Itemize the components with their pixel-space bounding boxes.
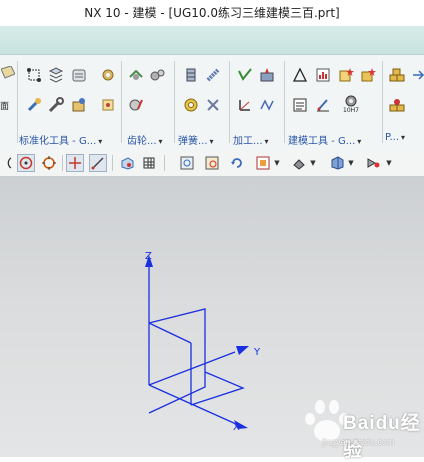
group-label-text: 加工... <box>233 136 263 147</box>
chevron-down-icon[interactable]: ▼ <box>346 154 356 172</box>
group-label-gears[interactable]: 齿轮... ▾ <box>127 132 163 147</box>
rotate-icon[interactable] <box>228 154 246 172</box>
chevron-down-icon[interactable]: ▼ <box>272 154 282 172</box>
group-label-text: 建模工具 - G... <box>288 136 356 147</box>
crosshair-icon[interactable] <box>66 154 84 172</box>
fit-view-icon[interactable] <box>178 154 196 172</box>
y-arrow-head <box>236 346 249 355</box>
chevron-down-icon[interactable]: ▾ <box>357 137 361 146</box>
ribbon-tab-strip <box>0 26 424 55</box>
x-axis-label: X <box>233 422 240 433</box>
window-title: NX 10 - 建模 - [UG10.0练习三维建模三百.prt] <box>0 0 424 26</box>
group-separator <box>121 61 122 143</box>
selection-toolbar: ▼ ▼ ▼ ▼ <box>0 150 424 177</box>
hole-icon[interactable]: 10H7 <box>340 93 362 117</box>
group-separator <box>174 61 175 143</box>
chevron-down-icon[interactable]: ▼ <box>384 154 394 172</box>
group-separator <box>229 61 230 143</box>
chevron-down-icon[interactable]: ▾ <box>98 137 102 146</box>
machining-icon[interactable] <box>237 67 253 83</box>
plane-edge-line <box>148 322 192 344</box>
chevron-down-icon[interactable]: ▾ <box>265 137 269 146</box>
group-label-springs[interactable]: 弹簧... ▾ <box>178 132 214 147</box>
triangle-icon[interactable] <box>292 67 308 83</box>
group-label-standard-tools[interactable]: 标准化工具 - G... ▾ <box>19 132 102 147</box>
group-label-p[interactable]: P... ▾ <box>385 132 405 146</box>
document-icon[interactable] <box>292 97 308 113</box>
arc-icon[interactable] <box>0 154 18 172</box>
disc-spring-icon[interactable] <box>183 97 199 113</box>
ribbon: 面 标准化工具 - G... ▾ 齿轮... ▾ 弹簧... ▾ 加工... ▾… <box>0 55 424 151</box>
toolbar-separator <box>62 155 63 171</box>
stack-gear-icon[interactable] <box>389 97 405 113</box>
group-label-text: P... <box>385 132 400 143</box>
view-cube-icon[interactable] <box>118 154 136 172</box>
tools-icon[interactable] <box>26 97 42 113</box>
database-icon[interactable] <box>71 67 87 83</box>
snap-point-icon[interactable] <box>40 154 58 172</box>
watermark-url: jingyan.baidu.com <box>322 437 395 447</box>
sketch-star-icon[interactable] <box>338 67 354 83</box>
stack-icon[interactable] <box>389 67 405 83</box>
toolbar-separator <box>164 155 165 171</box>
group-label-text: 弹簧... <box>178 136 208 147</box>
zoom-icon[interactable] <box>203 154 221 172</box>
measure-icon[interactable] <box>315 97 331 113</box>
y-axis-line <box>148 351 236 386</box>
machining-path-icon[interactable] <box>259 97 275 113</box>
box-tool-icon[interactable] <box>71 97 87 113</box>
hole-tool-label: 10H7 <box>343 107 359 114</box>
shade-icon[interactable] <box>328 154 346 172</box>
group-separator <box>382 61 383 143</box>
group-separator <box>17 61 18 143</box>
spring-coil-icon[interactable] <box>205 67 221 83</box>
chevron-down-icon[interactable]: ▾ <box>210 137 214 146</box>
machining-axis-icon[interactable] <box>237 97 253 113</box>
chevron-down-icon[interactable]: ▾ <box>401 133 405 142</box>
group-label-modeling-tools[interactable]: 建模工具 - G... ▾ <box>288 132 361 147</box>
gear-edit-icon[interactable] <box>128 97 144 113</box>
chart-icon[interactable] <box>315 67 331 83</box>
watermark-brand: Baidu经验 <box>343 413 421 461</box>
display-icon[interactable] <box>254 154 272 172</box>
xy-plane-outline <box>190 371 245 406</box>
snap-center-icon[interactable] <box>17 154 35 172</box>
spring-icon[interactable] <box>183 67 199 83</box>
z-axis-label: Z <box>145 251 152 262</box>
block-star-icon[interactable] <box>360 67 376 83</box>
y-axis-label: Y <box>253 347 261 358</box>
selection-icon[interactable] <box>364 154 382 172</box>
arrow-icon[interactable] <box>410 67 424 83</box>
partial-label: 面 <box>0 102 10 112</box>
chevron-down-icon[interactable]: ▾ <box>159 137 163 146</box>
machining-part-icon[interactable] <box>259 67 275 83</box>
group-label-machining[interactable]: 加工... ▾ <box>233 132 269 147</box>
chevron-down-icon[interactable]: ▼ <box>308 154 318 172</box>
group-label-text: 标准化工具 - G... <box>19 136 97 147</box>
toolbar-separator <box>112 155 113 171</box>
render-icon[interactable] <box>290 154 308 172</box>
wrench-icon[interactable] <box>48 97 64 113</box>
group-separator <box>284 61 285 143</box>
line-icon[interactable] <box>89 154 107 172</box>
coordinate-icon[interactable] <box>26 67 42 83</box>
group-label-text: 齿轮... <box>127 136 157 147</box>
spring-delete-icon[interactable] <box>205 97 221 113</box>
grid-icon[interactable] <box>140 154 158 172</box>
part-icon[interactable] <box>100 97 116 113</box>
gear-pair-icon[interactable] <box>150 67 166 83</box>
layers-icon[interactable] <box>48 67 64 83</box>
gear-tool-icon[interactable] <box>100 67 116 83</box>
gear-icon[interactable] <box>128 67 144 83</box>
surface-icon[interactable] <box>0 65 16 81</box>
